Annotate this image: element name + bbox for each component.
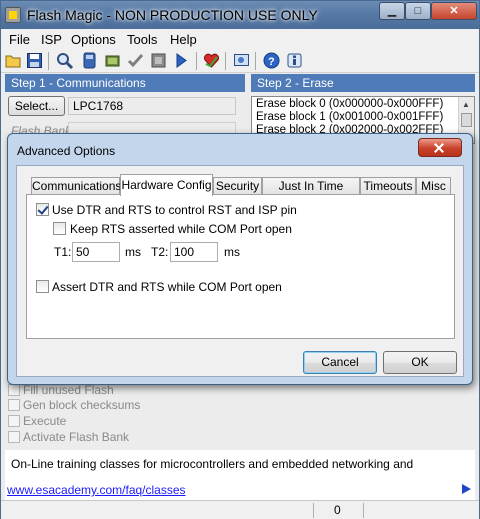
t1-unit: ms [125, 245, 141, 259]
menu-options[interactable]: Options [71, 32, 116, 47]
info-link[interactable]: www.esacademy.com/faq/classes [7, 483, 186, 497]
minimize-button[interactable]: ▁ [379, 2, 405, 20]
t2-unit: ms [224, 245, 240, 259]
execute-label: Execute [23, 414, 67, 428]
erase-icon[interactable] [104, 52, 121, 69]
menu-help[interactable]: Help [170, 32, 197, 47]
search-icon[interactable] [56, 52, 73, 69]
next-arrow-icon[interactable] [462, 484, 471, 494]
use-dtr-rts-label: Use DTR and RTS to control RST and ISP p… [52, 203, 297, 217]
step2-header: Step 2 - Erase [251, 74, 475, 92]
gen-block-checksums-label: Gen block checksums [23, 398, 141, 412]
select-device-button[interactable]: Select... [8, 96, 65, 116]
activate-flash-bank-label: Activate Flash Bank [23, 430, 130, 444]
status-bar [1, 500, 479, 519]
cancel-button[interactable]: Cancel [303, 351, 377, 374]
hardware-config-panel: Use DTR and RTS to control RST and ISP p… [26, 194, 455, 339]
info-text: On-Line training classes for microcontro… [11, 457, 414, 471]
verify-icon[interactable] [127, 52, 144, 69]
execute-checkbox[interactable] [8, 415, 20, 427]
title-bar[interactable]: Flash Magic - NON PRODUCTION USE ONLY ▁ … [1, 1, 479, 29]
tab-security[interactable]: Security [213, 177, 262, 195]
tab-just-in-time-code[interactable]: Just In Time Code [262, 177, 360, 210]
menu-isp[interactable]: ISP [41, 32, 62, 47]
keep-rts-asserted-label: Keep RTS asserted while COM Port open [70, 222, 292, 236]
menu-bar: File ISP Options Tools Help [1, 29, 479, 49]
advanced-options-dialog: Advanced Options Communications Hardware… [7, 133, 473, 385]
terminal-icon[interactable] [233, 52, 250, 69]
t2-label: T2: [151, 245, 169, 259]
tab-timeouts[interactable]: Timeouts [360, 177, 416, 195]
ok-button[interactable]: OK [383, 351, 457, 374]
menu-file[interactable]: File [9, 32, 30, 47]
save-icon[interactable] [26, 52, 43, 69]
status-divider [363, 503, 364, 518]
fill-unused-flash-checkbox[interactable] [8, 384, 20, 396]
assert-dtr-rts-label: Assert DTR and RTS while COM Port open [52, 280, 282, 294]
svg-text:?: ? [268, 56, 275, 68]
assert-dtr-rts-checkbox[interactable] [36, 280, 49, 293]
window-title: Flash Magic - NON PRODUCTION USE ONLY [27, 7, 318, 23]
open-icon[interactable] [5, 52, 22, 69]
toolbar-separator [196, 52, 197, 70]
tab-misc[interactable]: Misc [416, 177, 451, 195]
t2-input[interactable] [170, 242, 218, 262]
t1-label: T1: [54, 245, 72, 259]
info-icon[interactable] [286, 52, 303, 69]
help-icon[interactable]: ? [263, 52, 280, 69]
fill-unused-flash-label: Fill unused Flash [23, 383, 114, 397]
app-icon [5, 7, 21, 23]
toolbar-separator [48, 52, 49, 70]
status-divider [313, 503, 314, 518]
toolbar-separator [225, 52, 226, 70]
tab-hardware-config[interactable]: Hardware Config [120, 174, 213, 196]
toolbar: ? [1, 49, 479, 73]
erase-block-item[interactable]: Erase block 1 (0x001000-0x001FFF) [256, 111, 443, 123]
step1-header: Step 1 - Communications [5, 74, 245, 92]
activate-flash-bank-checkbox[interactable] [8, 431, 20, 443]
scroll-up-icon[interactable]: ▲ [462, 100, 470, 109]
start-icon[interactable] [173, 52, 190, 69]
dialog-body: Communications Hardware Config Security … [16, 165, 464, 377]
status-value: 0 [334, 503, 341, 517]
close-button[interactable]: ✕ [431, 2, 477, 20]
maximize-button[interactable]: □ [405, 2, 431, 20]
keep-rts-asserted-checkbox[interactable] [53, 222, 66, 235]
program-icon[interactable] [150, 52, 167, 69]
toolbar-separator [255, 52, 256, 70]
gen-block-checksums-checkbox[interactable] [8, 399, 20, 411]
menu-tools[interactable]: Tools [127, 32, 157, 47]
device-field[interactable]: LPC1768 [68, 97, 236, 115]
blank-check-icon[interactable] [81, 52, 98, 69]
t1-input[interactable] [72, 242, 120, 262]
dialog-close-button[interactable] [418, 138, 462, 157]
dialog-title: Advanced Options [17, 144, 116, 158]
erase-block-item[interactable]: Erase block 0 (0x000000-0x000FFF) [256, 98, 443, 110]
use-dtr-rts-checkbox[interactable] [36, 203, 49, 216]
scroll-thumb[interactable] [461, 113, 472, 127]
favorite-icon[interactable] [203, 52, 220, 69]
tab-communications[interactable]: Communications [31, 177, 121, 195]
